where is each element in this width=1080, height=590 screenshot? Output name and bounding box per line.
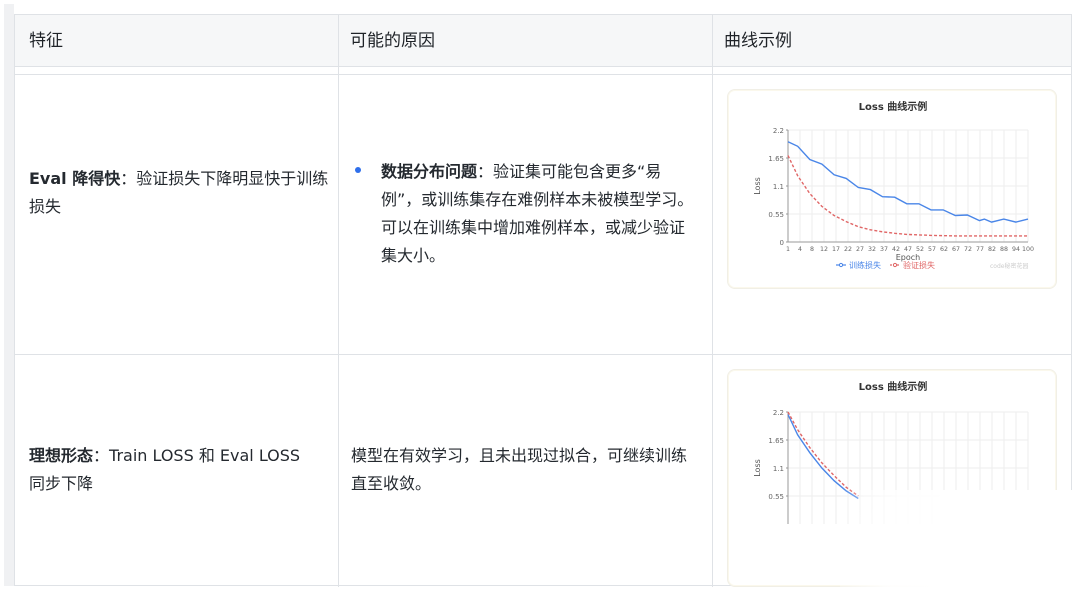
table-header-row: 特征 可能的原因 曲线示例 [15,15,1071,67]
x-tick-label: 37 [880,246,888,253]
y-axis-label: Loss [753,459,762,477]
reason-title: 数据分布问题 [381,162,478,181]
feature-title: 理想形态 [29,446,94,465]
y-tick-label: 0.55 [768,211,784,219]
x-tick-label: 88 [1000,246,1008,253]
y-axis-label: Loss [753,177,762,195]
x-tick-label: 57 [928,246,936,253]
y-tick-label: 2.2 [773,409,784,417]
header-reason: 可能的原因 [338,15,712,67]
x-tick-label: 17 [832,246,840,253]
x-tick-label: 22 [844,246,852,253]
x-tick-label: 77 [976,246,984,253]
header-feature: 特征 [29,31,63,51]
loss-chart-svg: Loss 曲线示例 0 0.55 1.1 1.65 2.2 Loss 1 4 8 12 17 22 27 3… [753,100,1034,270]
y-tick-label: 1.65 [768,437,784,445]
curve-cell: Loss 曲线示例 0 0.55 1.1 1.65 2.2 Loss 1 4 8 12 17 22 27 3… [712,75,1073,354]
x-tick-label: 42 [892,246,900,253]
feature-text: 理想形态：Train LOSS 和 Eval LOSS 同步下降 [29,442,319,498]
reason-text: 数据分布问题：验证集可能包含更多“易例”，或训练集存在难例样本未被模型学习。 可… [381,158,699,270]
loss-chart-eval-fast: Loss 曲线示例 0 0.55 1.1 1.65 2.2 Loss 1 4 8 12 17 22 27 3… [727,89,1057,289]
chart-title: Loss 曲线示例 [859,380,928,393]
y-tick-label: 2.2 [773,127,784,135]
y-tick-label: 1.1 [773,183,784,191]
x-tick-label: 4 [798,246,802,253]
watermark-text: code秘密花园 [990,262,1028,270]
reason-text: 模型在有效学习，且未出现过拟合，可继续训练直至收敛。 [351,446,688,493]
x-tick-label: 12 [820,246,828,253]
x-tick-label: 72 [964,246,972,253]
x-tick-label: 100 [1022,246,1034,253]
header-curve-example: 曲线示例 [712,15,1073,67]
reason-cell: 模型在有效学习，且未出现过拟合，可继续训练直至收敛。 [338,355,712,587]
x-tick-label: 62 [940,246,948,253]
x-tick-label: 82 [988,246,996,253]
x-tick-label: 27 [856,246,864,253]
y-tick-label: 1.1 [773,465,784,473]
feature-title: Eval 降得快 [29,169,121,188]
legend-train-marker [838,262,844,268]
legend-eval-label: 验证损失 [903,260,935,270]
y-tick-label: 1.65 [768,155,784,163]
faded-overlay [840,490,1080,590]
y-tick-label: 0.55 [768,493,784,501]
legend-eval-marker [892,262,898,268]
y-tick-label: 0 [780,239,784,247]
x-tick-label: 8 [810,246,814,253]
chart-title: Loss 曲线示例 [859,100,928,113]
table-row: Eval 降得快：验证损失下降明显快于训练损失 数据分布问题：验证集可能包含更多… [15,75,1071,355]
bullet-dot [355,167,361,173]
x-tick-label: 52 [916,246,924,253]
feature-text: Eval 降得快：验证损失下降明显快于训练损失 [29,165,329,221]
x-tick-label: 94 [1012,246,1020,253]
reason-cell: 数据分布问题：验证集可能包含更多“易例”，或训练集存在难例样本未被模型学习。 可… [338,75,712,354]
x-tick-label: 32 [868,246,876,253]
feature-cell: Eval 降得快：验证损失下降明显快于训练损失 [15,75,338,354]
x-tick-label: 1 [786,246,790,253]
x-tick-label: 47 [904,246,912,253]
feature-cell: 理想形态：Train LOSS 和 Eval LOSS 同步下降 [15,355,338,587]
table-spacer-row [15,67,1071,75]
x-tick-label: 67 [952,246,960,253]
legend-train-label: 训练损失 [849,260,881,270]
